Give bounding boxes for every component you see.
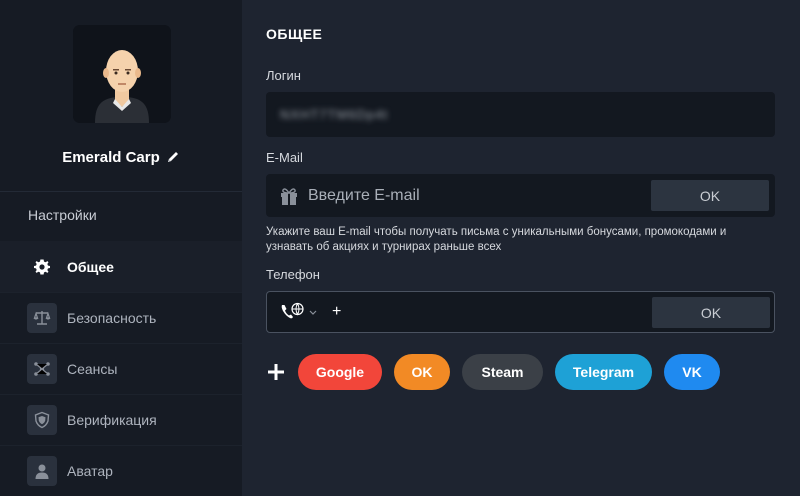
sidebar-item-label: Общее — [67, 258, 114, 275]
avatar[interactable] — [73, 25, 171, 123]
ok-social-button[interactable]: OK — [394, 354, 450, 390]
phone-ok-button[interactable]: OK — [652, 297, 770, 328]
phone-label: Телефон — [266, 267, 320, 282]
shield-icon — [27, 405, 57, 435]
phone-globe-icon[interactable] — [279, 301, 305, 323]
network-icon — [27, 354, 57, 384]
sidebar-item-verification[interactable]: Верификация — [0, 394, 242, 445]
phone-field-container: OK — [266, 291, 775, 333]
telegram-button[interactable]: Telegram — [555, 354, 652, 390]
vk-button[interactable]: VK — [664, 354, 720, 390]
settings-heading: Настройки — [28, 207, 97, 223]
sidebar-item-general[interactable]: Общее — [0, 241, 242, 292]
login-label: Логин — [266, 68, 301, 83]
username-row: Emerald Carp — [0, 147, 242, 167]
sidebar-item-sessions[interactable]: Сеансы — [0, 343, 242, 394]
settings-menu: Общее Безопасность Сеансы Верификация Ав… — [0, 241, 242, 496]
bald-man-avatar-icon — [73, 25, 171, 123]
sidebar-item-label: Верификация — [67, 412, 157, 428]
email-ok-button[interactable]: OK — [651, 180, 769, 211]
email-hint: Укажите ваш E-mail чтобы получать письма… — [266, 226, 727, 253]
sidebar-divider — [0, 191, 242, 192]
gift-icon — [278, 185, 300, 207]
phone-input[interactable] — [332, 303, 592, 321]
plus-icon[interactable] — [266, 362, 286, 382]
login-field: NXHT7TM6Dp4t — [266, 92, 775, 137]
sidebar-item-security[interactable]: Безопасность — [0, 292, 242, 343]
email-field-container: OK — [266, 174, 775, 217]
main-panel: ОБЩЕЕ Логин NXHT7TM6Dp4t E-Mail OK Укажи… — [242, 0, 800, 496]
social-links: Google OK Steam Telegram VK — [266, 354, 732, 390]
sidebar-item-label: Безопасность — [67, 310, 157, 326]
login-value: NXHT7TM6Dp4t — [280, 107, 389, 122]
email-label: E-Mail — [266, 150, 303, 165]
sidebar-item-label: Аватар — [67, 463, 113, 479]
pencil-icon[interactable] — [166, 150, 180, 164]
gear-icon — [27, 252, 57, 282]
chevron-down-icon[interactable] — [308, 307, 318, 317]
sidebar: Emerald Carp Настройки Общее Безопасност… — [0, 0, 242, 496]
sidebar-item-label: Сеансы — [67, 361, 118, 377]
sidebar-item-avatar[interactable]: Аватар — [0, 445, 242, 496]
user-icon — [27, 456, 57, 486]
email-input[interactable] — [308, 186, 638, 205]
scales-icon — [27, 303, 57, 333]
page-title: ОБЩЕЕ — [266, 26, 323, 42]
steam-button[interactable]: Steam — [462, 354, 543, 390]
username: Emerald Carp — [62, 148, 160, 166]
google-button[interactable]: Google — [298, 354, 382, 390]
